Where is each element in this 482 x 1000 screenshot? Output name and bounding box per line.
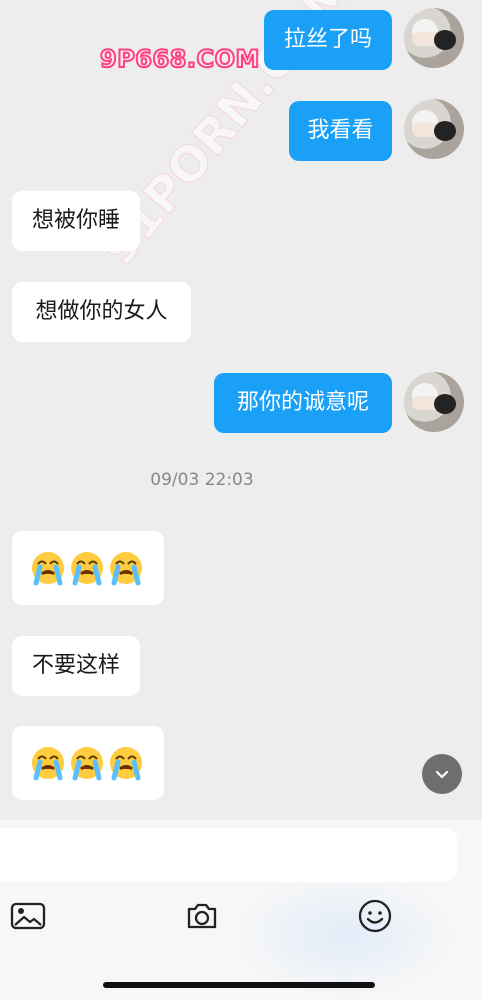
incoming-emoji-message[interactable] (12, 726, 164, 800)
outgoing-message-bubble[interactable]: 那你的诚意呢 (214, 373, 392, 433)
outgoing-message-bubble[interactable]: 我看看 (289, 101, 392, 161)
message-text: 拉丝了吗 (283, 27, 372, 52)
outgoing-message-bubble[interactable]: 拉丝了吗 (264, 10, 392, 70)
crying-face-icon (109, 747, 142, 781)
image-icon (10, 902, 46, 930)
incoming-emoji-message[interactable] (12, 531, 164, 605)
scroll-down-button[interactable] (422, 754, 462, 794)
message-timestamp: 09/03 22:03 (150, 470, 254, 490)
crying-face-icon (31, 747, 64, 781)
crying-face-icon (109, 552, 142, 586)
gallery-button[interactable] (10, 898, 46, 934)
user-avatar[interactable] (404, 8, 464, 68)
crying-face-icon (70, 747, 103, 781)
chat-thread: 9P668.COM 91PORN.COM 拉丝了吗 我看看 想被你睡 想做你的女… (0, 0, 482, 820)
background-glow (230, 870, 460, 1000)
message-text: 那你的诚意呢 (236, 390, 369, 415)
emoji-icon (358, 899, 392, 933)
camera-button[interactable] (184, 898, 220, 934)
incoming-message-bubble[interactable]: 不要这样 (12, 636, 140, 696)
message-text: 想被你睡 (31, 208, 120, 233)
camera-icon (187, 903, 217, 929)
message-text: 我看看 (307, 118, 374, 143)
emoji-button[interactable] (357, 898, 393, 934)
user-avatar[interactable] (404, 372, 464, 432)
chevron-down-icon (435, 770, 449, 779)
message-text: 不要这样 (31, 653, 120, 678)
crying-face-icon (70, 552, 103, 586)
user-avatar[interactable] (404, 99, 464, 159)
incoming-message-bubble[interactable]: 想做你的女人 (12, 282, 191, 342)
crying-face-icon (31, 552, 64, 586)
incoming-message-bubble[interactable]: 想被你睡 (12, 191, 140, 251)
message-text: 想做你的女人 (35, 299, 168, 324)
home-indicator[interactable] (103, 982, 375, 988)
